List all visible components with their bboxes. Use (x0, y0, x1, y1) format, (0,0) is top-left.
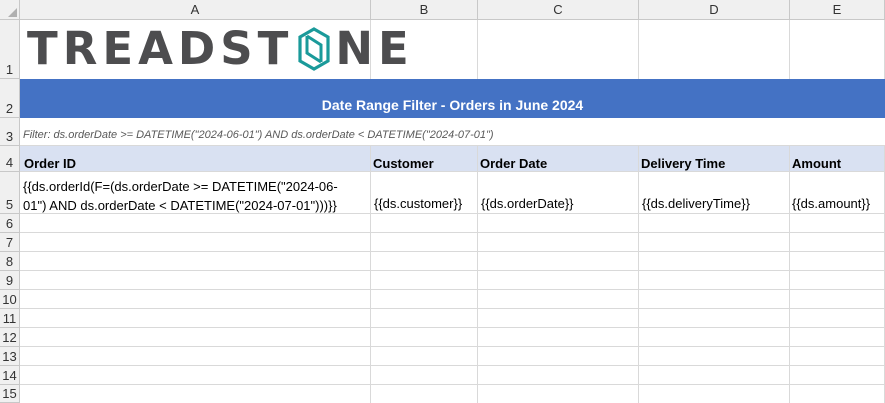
select-all-triangle-icon (8, 8, 17, 17)
treadstone-logo: TREADST NE (27, 24, 414, 74)
row-header-3[interactable]: 3 (0, 118, 20, 146)
header-delivery-time[interactable]: Delivery Time (641, 156, 725, 171)
cell-delivery-time-template[interactable]: {{ds.deliveryTime}} (642, 196, 750, 211)
order-id-template-line2: 01") AND ds.orderDate < DATETIME("2024-0… (23, 198, 337, 213)
order-id-template-line1: {{ds.orderId(F=(ds.orderDate >= DATETIME… (23, 179, 338, 194)
column-header-a[interactable]: A (20, 0, 371, 20)
gridline-h (20, 171, 885, 172)
row-header-4[interactable]: 4 (0, 146, 20, 172)
treadstone-gem-icon (298, 27, 330, 71)
row-header-7[interactable]: 7 (0, 233, 20, 252)
spreadsheet: A B C D E 1 2 3 4 5 6 7 8 9 10 11 12 13 … (0, 0, 885, 403)
row-header-14[interactable]: 14 (0, 366, 20, 385)
gridline-v (789, 20, 790, 79)
filter-note: Filter: ds.orderDate >= DATETIME("2024-0… (23, 129, 494, 141)
gridline-h (20, 251, 885, 252)
gridline-h (20, 365, 885, 366)
gridline-h (20, 270, 885, 271)
row-header-15[interactable]: 15 (0, 385, 20, 403)
row-header-12[interactable]: 12 (0, 328, 20, 347)
column-header-d[interactable]: D (639, 0, 790, 20)
gridline-v (638, 20, 639, 79)
header-order-date[interactable]: Order Date (480, 156, 547, 171)
select-all-corner[interactable] (0, 0, 20, 20)
row-header-11[interactable]: 11 (0, 309, 20, 328)
report-title: Date Range Filter - Orders in June 2024 (321, 97, 584, 113)
column-header-e[interactable]: E (790, 0, 885, 20)
header-customer[interactable]: Customer (373, 156, 434, 171)
row-header-2[interactable]: 2 (0, 79, 20, 118)
logo-text-left: TREADST (27, 22, 294, 75)
gridline-h (20, 232, 885, 233)
row-header-1[interactable]: 1 (0, 20, 20, 79)
cell-amount-template[interactable]: {{ds.amount}} (792, 196, 870, 211)
header-amount[interactable]: Amount (792, 156, 841, 171)
row-header-13[interactable]: 13 (0, 347, 20, 366)
gridline-h (20, 327, 885, 328)
logo-text-right: NE (335, 22, 414, 75)
column-header-b[interactable]: B (371, 0, 478, 20)
header-row-band (20, 146, 885, 172)
row-header-10[interactable]: 10 (0, 290, 20, 309)
gridline-h (20, 308, 885, 309)
row-header-9[interactable]: 9 (0, 271, 20, 290)
gridline-h (20, 145, 885, 146)
gridline-h (20, 289, 885, 290)
row-header-5[interactable]: 5 (0, 172, 20, 214)
gridline-h (20, 384, 885, 385)
column-header-c[interactable]: C (478, 0, 639, 20)
gridline-h (20, 346, 885, 347)
header-order-id[interactable]: Order ID (24, 156, 76, 171)
cell-order-date-template[interactable]: {{ds.orderDate}} (481, 196, 574, 211)
row-header-6[interactable]: 6 (0, 214, 20, 233)
gridline-v (477, 20, 478, 79)
cell-order-id-template[interactable]: {{ds.orderId(F=(ds.orderDate >= DATETIME… (23, 177, 368, 215)
row-header-8[interactable]: 8 (0, 252, 20, 271)
cell-customer-template[interactable]: {{ds.customer}} (374, 196, 462, 211)
